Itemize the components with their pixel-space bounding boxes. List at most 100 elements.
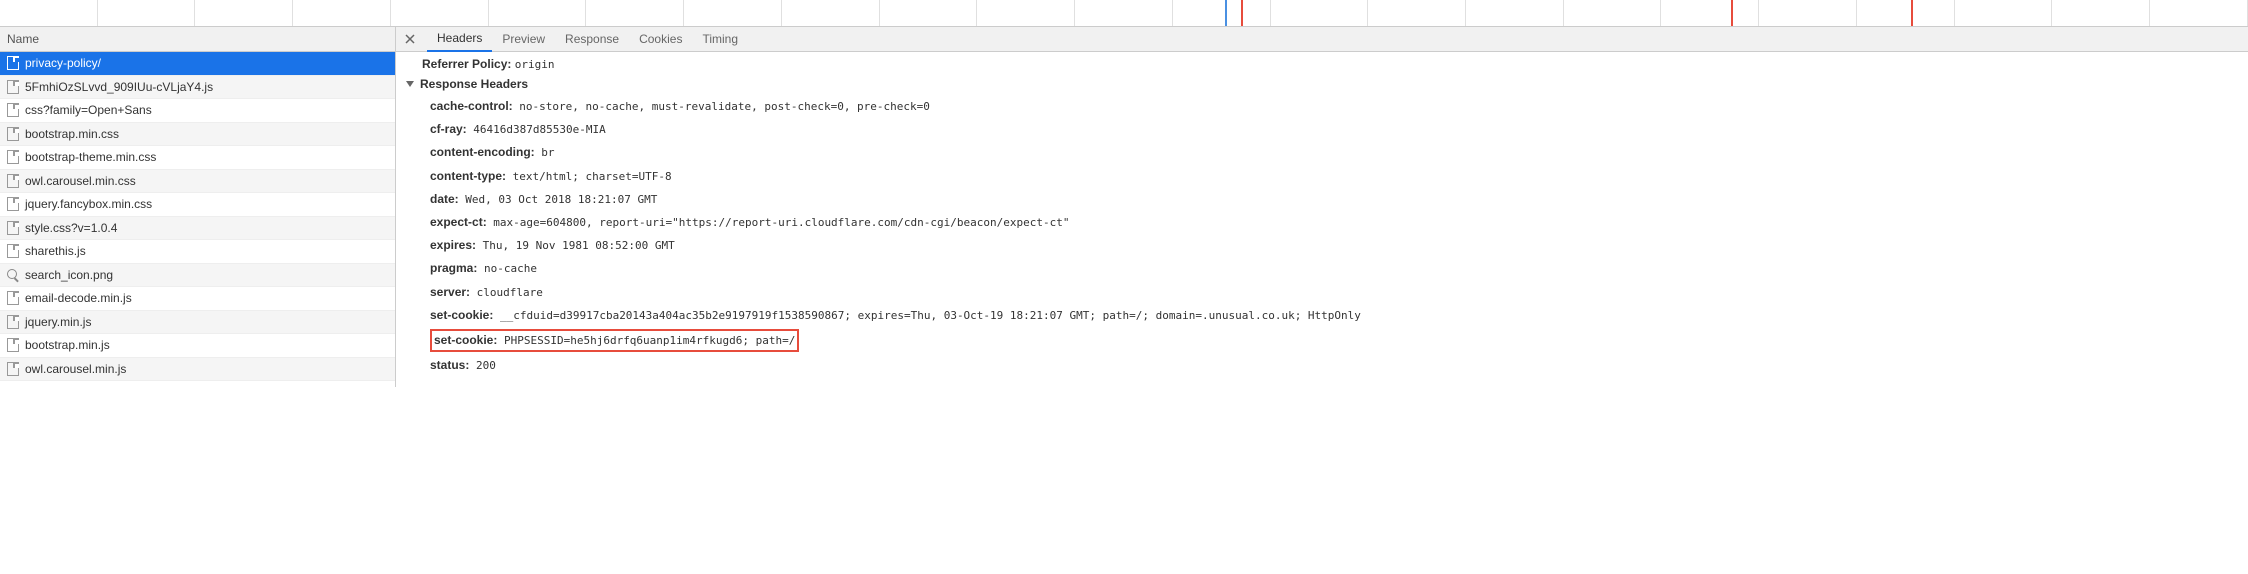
- response-headers-section[interactable]: Response Headers: [406, 77, 2238, 91]
- response-header-line: content-type: text/html; charset=UTF-8: [406, 165, 2238, 188]
- header-value: br: [535, 146, 555, 159]
- request-row[interactable]: bootstrap-theme.min.css: [0, 146, 395, 170]
- header-value: 46416d387d85530e-MIA: [467, 123, 606, 136]
- request-list-panel: Name privacy-policy/5FmhiOzSLvvd_909IUu-…: [0, 27, 396, 387]
- response-header-line: set-cookie: PHPSESSID=he5hj6drfq6uanp1im…: [406, 327, 2238, 354]
- response-header-line: pragma: no-cache: [406, 257, 2238, 280]
- tab-timing[interactable]: Timing: [692, 27, 748, 52]
- header-name: content-encoding:: [430, 145, 535, 159]
- header-value: PHPSESSID=he5hj6drfq6uanp1im4rfkugd6; pa…: [497, 334, 795, 347]
- tab-cookies[interactable]: Cookies: [629, 27, 692, 52]
- timeline-cell: [1466, 0, 1564, 26]
- timeline-cell: [977, 0, 1075, 26]
- file-icon: [7, 315, 19, 329]
- header-value: __cfduid=d39917cba20143a404ac35b2e919791…: [493, 309, 1361, 322]
- request-name: email-decode.min.js: [25, 291, 132, 305]
- request-list[interactable]: privacy-policy/5FmhiOzSLvvd_909IUu-cVLja…: [0, 52, 395, 381]
- timeline-marker: [1731, 0, 1733, 26]
- file-icon: [7, 174, 19, 188]
- request-row[interactable]: bootstrap.min.js: [0, 334, 395, 358]
- request-name: bootstrap-theme.min.css: [25, 150, 156, 164]
- request-name: css?family=Open+Sans: [25, 103, 152, 117]
- tab-headers[interactable]: Headers: [427, 27, 492, 52]
- magnifier-icon: [7, 269, 19, 281]
- header-name: cache-control:: [430, 99, 513, 113]
- timeline-cell: [1857, 0, 1955, 26]
- timeline-cell: [1271, 0, 1369, 26]
- file-icon: [7, 56, 19, 70]
- timeline-cell: [1564, 0, 1662, 26]
- timeline-cell: [195, 0, 293, 26]
- header-name: pragma:: [430, 261, 477, 275]
- timeline-cell: [1075, 0, 1173, 26]
- header-name: status:: [430, 358, 469, 372]
- header-value: max-age=604800, report-uri="https://repo…: [487, 216, 1070, 229]
- header-name: set-cookie:: [430, 308, 493, 322]
- timeline-cell: [586, 0, 684, 26]
- timeline-cell: [684, 0, 782, 26]
- header-name: content-type:: [430, 169, 506, 183]
- file-icon: [7, 244, 19, 258]
- request-row[interactable]: jquery.fancybox.min.css: [0, 193, 395, 217]
- timeline-cell: [1759, 0, 1857, 26]
- file-icon: [7, 362, 19, 376]
- response-header-line: set-cookie: __cfduid=d39917cba20143a404a…: [406, 304, 2238, 327]
- request-name: bootstrap.min.css: [25, 127, 119, 141]
- request-row[interactable]: sharethis.js: [0, 240, 395, 264]
- request-name: bootstrap.min.js: [25, 338, 110, 352]
- tab-preview[interactable]: Preview: [492, 27, 555, 52]
- request-row[interactable]: style.css?v=1.0.4: [0, 217, 395, 241]
- referrer-policy-line: Referrer Policy: origin: [406, 57, 2238, 71]
- response-header-line: content-encoding: br: [406, 141, 2238, 164]
- timeline-cell: [2052, 0, 2150, 26]
- request-name: style.css?v=1.0.4: [25, 221, 117, 235]
- request-row[interactable]: privacy-policy/: [0, 52, 395, 76]
- header-name: expect-ct:: [430, 215, 487, 229]
- timeline-cell: [98, 0, 196, 26]
- highlighted-header: set-cookie: PHPSESSID=he5hj6drfq6uanp1im…: [430, 329, 799, 352]
- request-row[interactable]: search_icon.png: [0, 264, 395, 288]
- name-header-label: Name: [7, 32, 39, 46]
- header-name: expires:: [430, 238, 476, 252]
- request-row[interactable]: email-decode.min.js: [0, 287, 395, 311]
- name-column-header[interactable]: Name: [0, 27, 395, 52]
- timeline-cell: [1173, 0, 1271, 26]
- timeline-marker: [1225, 0, 1227, 26]
- request-name: search_icon.png: [25, 268, 113, 282]
- header-value: no-cache: [477, 262, 537, 275]
- file-icon: [7, 221, 19, 235]
- timeline-cell: [489, 0, 587, 26]
- timeline-cell: [1661, 0, 1759, 26]
- file-icon: [7, 291, 19, 305]
- header-value: Wed, 03 Oct 2018 18:21:07 GMT: [459, 193, 658, 206]
- response-header-line: cache-control: no-store, no-cache, must-…: [406, 95, 2238, 118]
- header-name: cf-ray:: [430, 122, 467, 136]
- close-icon: [405, 34, 415, 44]
- request-name: owl.carousel.min.js: [25, 362, 126, 376]
- request-row[interactable]: owl.carousel.min.css: [0, 170, 395, 194]
- header-name: Referrer Policy:: [422, 57, 511, 71]
- request-row[interactable]: owl.carousel.min.js: [0, 358, 395, 382]
- request-row[interactable]: jquery.min.js: [0, 311, 395, 335]
- header-value: no-store, no-cache, must-revalidate, pos…: [513, 100, 930, 113]
- timeline-cell: [1368, 0, 1466, 26]
- request-name: 5FmhiOzSLvvd_909IUu-cVLjaY4.js: [25, 80, 213, 94]
- timeline-marker: [1911, 0, 1913, 26]
- close-details-button[interactable]: [401, 30, 419, 48]
- request-row[interactable]: bootstrap.min.css: [0, 123, 395, 147]
- header-name: set-cookie:: [434, 333, 497, 347]
- headers-content[interactable]: Referrer Policy: origin Response Headers…: [396, 52, 2248, 387]
- tab-response[interactable]: Response: [555, 27, 629, 52]
- request-name: jquery.fancybox.min.css: [25, 197, 152, 211]
- request-name: jquery.min.js: [25, 315, 91, 329]
- request-row[interactable]: css?family=Open+Sans: [0, 99, 395, 123]
- timeline-cell: [0, 0, 98, 26]
- timeline-ruler[interactable]: [0, 0, 2248, 27]
- request-name: sharethis.js: [25, 244, 86, 258]
- response-header-line: expect-ct: max-age=604800, report-uri="h…: [406, 211, 2238, 234]
- request-row[interactable]: 5FmhiOzSLvvd_909IUu-cVLjaY4.js: [0, 76, 395, 100]
- header-value: text/html; charset=UTF-8: [506, 170, 672, 183]
- details-panel: HeadersPreviewResponseCookiesTiming Refe…: [396, 27, 2248, 387]
- timeline-cell: [1955, 0, 2053, 26]
- file-icon: [7, 103, 19, 117]
